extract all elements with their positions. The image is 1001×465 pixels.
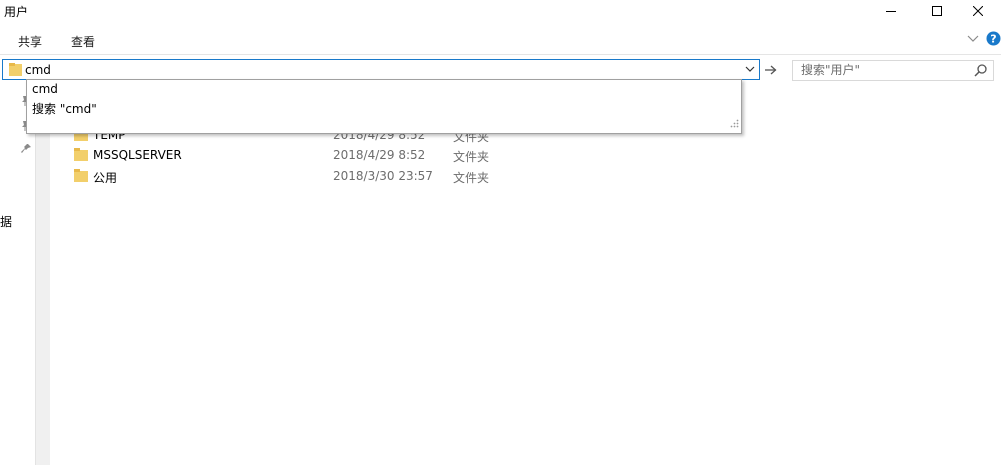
autocomplete-item[interactable]: cmd — [32, 82, 58, 96]
go-button[interactable] — [763, 62, 779, 78]
window-title: 用户 — [4, 5, 29, 19]
nav-item-label[interactable]: 据 — [0, 213, 12, 230]
resize-grip-icon[interactable] — [729, 117, 739, 131]
search-box[interactable] — [792, 60, 994, 81]
ribbon-divider — [0, 54, 1001, 55]
file-name: 公用 — [93, 171, 118, 185]
chevron-down-icon — [967, 35, 979, 42]
file-type: 文件夹 — [453, 171, 490, 185]
minimize-button[interactable] — [868, 0, 914, 22]
tab-share[interactable]: 共享 — [14, 31, 46, 52]
folder-icon — [74, 148, 88, 164]
address-autocomplete[interactable]: cmd 搜索 "cmd" — [26, 79, 742, 134]
help-button[interactable]: ? — [986, 31, 1001, 49]
minimize-icon — [886, 11, 896, 12]
nav-scrollbar[interactable] — [35, 88, 50, 465]
arrow-right-icon — [765, 65, 777, 75]
folder-icon — [74, 169, 88, 185]
tab-view[interactable]: 查看 — [67, 31, 99, 52]
file-type: 文件夹 — [453, 150, 490, 164]
maximize-button[interactable] — [914, 0, 960, 22]
help-icon: ? — [986, 31, 1001, 46]
close-icon — [973, 6, 983, 16]
ribbon-expand-button[interactable] — [967, 33, 979, 47]
close-button[interactable] — [955, 0, 1001, 22]
list-item[interactable]: MSSQLSERVER 2018/4/29 8:52 文件夹 — [70, 145, 770, 165]
address-input[interactable] — [25, 61, 725, 78]
file-name: MSSQLSERVER — [93, 148, 182, 162]
folder-icon — [9, 63, 22, 79]
search-input[interactable] — [801, 63, 961, 77]
autocomplete-search-item[interactable]: 搜索 "cmd" — [32, 100, 97, 117]
maximize-icon — [932, 6, 942, 16]
chevron-down-icon — [745, 66, 755, 72]
address-history-dropdown[interactable] — [741, 60, 759, 79]
svg-text:?: ? — [990, 33, 996, 46]
pin-icon[interactable] — [20, 143, 32, 158]
search-icon[interactable] — [974, 64, 987, 80]
address-bar[interactable] — [2, 59, 760, 80]
list-item[interactable]: 公用 2018/3/30 23:57 文件夹 — [70, 166, 770, 186]
file-date: 2018/3/30 23:57 — [333, 169, 433, 183]
file-date: 2018/4/29 8:52 — [333, 148, 426, 162]
